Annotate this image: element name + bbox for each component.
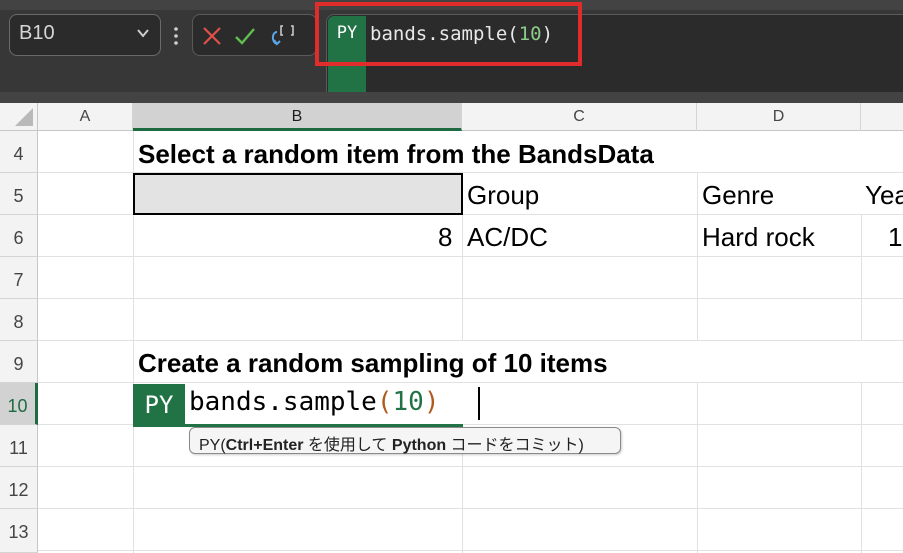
column-header-d[interactable]: D [697, 103, 861, 131]
function-tooltip: PY(Ctrl+Enter を使用して Python コードをコミット) [189, 427, 621, 454]
vertical-dots-icon[interactable] [171, 21, 181, 51]
column-header-c[interactable]: C [462, 103, 697, 131]
column-header-e[interactable] [861, 103, 903, 131]
cancel-x-icon[interactable] [200, 24, 224, 48]
cell-c6[interactable]: AC/DC [467, 222, 548, 253]
cell-d5[interactable]: Genre [702, 180, 774, 211]
python-cell-badge: PY [133, 384, 185, 426]
grid-line [697, 383, 698, 553]
row-header-12[interactable]: 12 [0, 467, 38, 509]
cell-b5[interactable] [133, 173, 463, 215]
grid-line [861, 215, 862, 341]
row-header-5[interactable]: 5 [0, 173, 38, 215]
select-all-button[interactable] [0, 103, 38, 131]
highlight-annotation-box [315, 2, 582, 66]
grid-line [38, 550, 903, 551]
grid-line [38, 340, 903, 341]
grid-line [697, 173, 698, 341]
grid-line [861, 383, 862, 553]
name-box[interactable]: B10 [9, 14, 161, 56]
grid-line [38, 298, 903, 299]
cell-b6[interactable]: 8 [438, 222, 452, 253]
row-header-7[interactable]: 7 [0, 257, 38, 299]
tooltip-text: PY(Ctrl+Enter を使用して Python コードをコミット) [199, 437, 584, 454]
grid-line [38, 256, 903, 257]
column-header-b[interactable]: B [133, 103, 462, 131]
cell-e6[interactable]: 1 [888, 222, 902, 253]
cell-e5[interactable]: Yea [865, 180, 903, 211]
cell-b9-title[interactable]: Create a random sampling of 10 items [138, 348, 608, 379]
grid-line [38, 382, 903, 383]
row-header-11[interactable]: 11 [0, 425, 38, 467]
cell-editor-text[interactable]: bands.sample(10) [189, 387, 439, 417]
row-header-13[interactable]: 13 [0, 509, 38, 553]
insert-function-icon[interactable] [267, 24, 299, 48]
row-header-9[interactable]: 9 [0, 341, 38, 383]
grid-line [38, 466, 903, 467]
row-header-4[interactable]: 4 [0, 131, 38, 173]
name-box-value[interactable]: B10 [19, 22, 55, 45]
text-cursor [478, 387, 480, 420]
cell-b4-title[interactable]: Select a random item from the BandsData [138, 139, 654, 170]
cell-d6[interactable]: Hard rock [702, 222, 815, 253]
confirm-check-icon[interactable] [233, 24, 257, 48]
row-header-8[interactable]: 8 [0, 299, 38, 341]
column-header-a[interactable]: A [38, 103, 133, 131]
grid-line [38, 508, 903, 509]
row-header-6[interactable]: 6 [0, 215, 38, 257]
cell-c5[interactable]: Group [467, 180, 539, 211]
chevron-down-icon[interactable] [136, 26, 150, 40]
grid-line [462, 215, 463, 340]
formula-actions [192, 14, 317, 56]
row-header-10[interactable]: 10 [0, 383, 38, 425]
